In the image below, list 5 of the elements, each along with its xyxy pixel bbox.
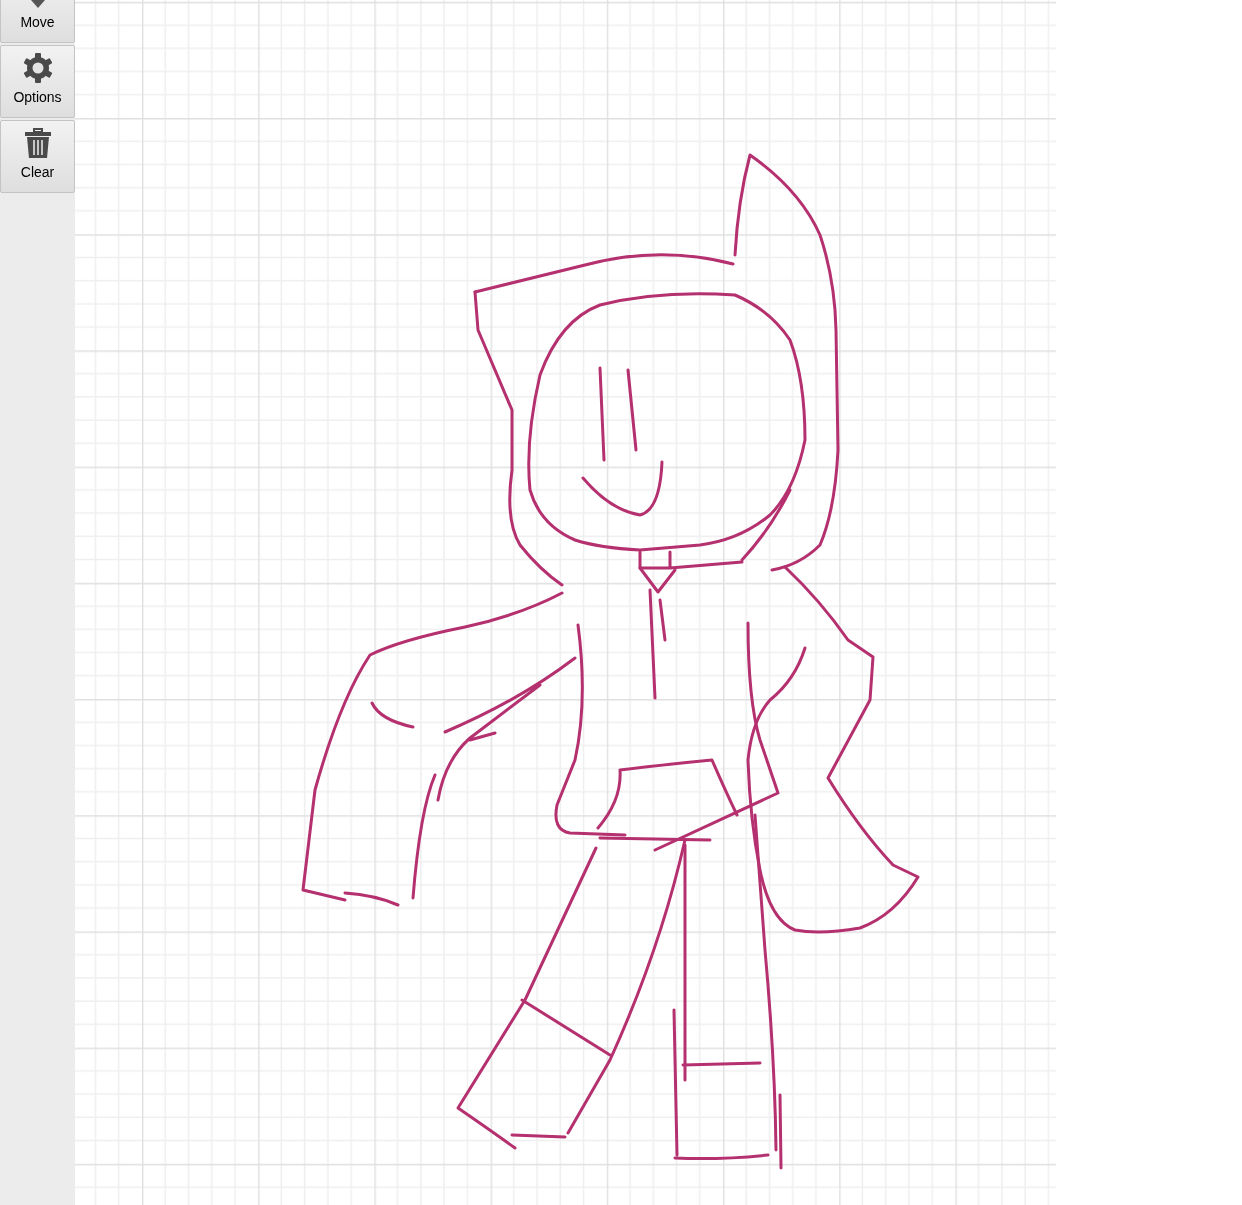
toolbar-button[interactable]: Options (0, 45, 75, 118)
settings-icon (21, 52, 54, 84)
toolbar-button[interactable]: Clear (0, 120, 75, 193)
toolbar-button[interactable]: Move (0, 0, 75, 43)
trash-icon (22, 127, 53, 159)
